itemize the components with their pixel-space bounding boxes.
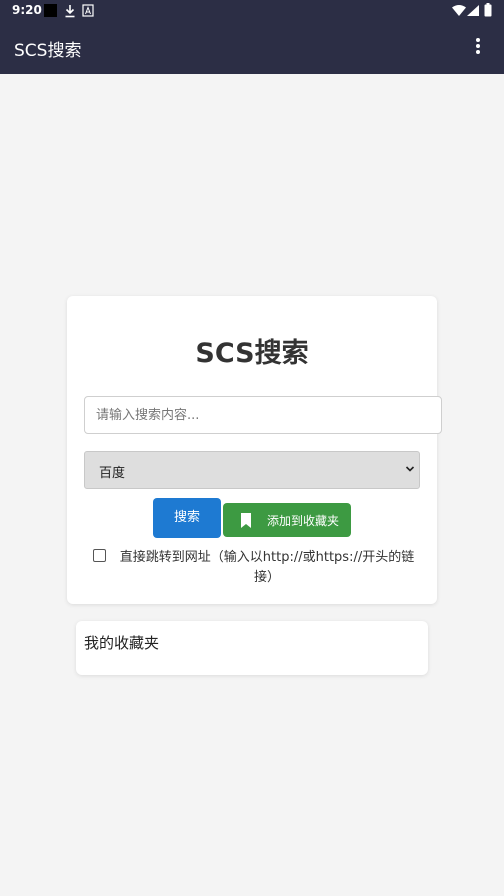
- search-button[interactable]: 搜索: [153, 498, 221, 538]
- chevron-down-icon: [405, 466, 415, 472]
- favorites-card: 我的收藏夹: [76, 621, 428, 675]
- search-input[interactable]: [84, 396, 442, 434]
- direct-jump-checkbox[interactable]: [93, 549, 106, 562]
- app-bar: SCS搜索: [0, 22, 504, 74]
- wifi-icon: [452, 5, 466, 16]
- engine-select[interactable]: 百度: [84, 451, 420, 489]
- direct-jump-label: 直接跳转到网址（输入以http://或https://开头的链接）: [119, 550, 415, 585]
- download-icon: [65, 5, 75, 18]
- font-icon: [82, 4, 94, 17]
- favorites-title: 我的收藏夹: [84, 634, 160, 652]
- bookmark-icon: [241, 513, 251, 528]
- signal-icon: [467, 5, 479, 16]
- app-title: SCS搜索: [14, 41, 82, 61]
- more-vert-icon: [476, 38, 480, 42]
- overflow-menu-button[interactable]: [466, 36, 490, 60]
- add-to-favorites-button[interactable]: 添加到收藏夹: [223, 503, 351, 537]
- engine-select-value: 百度: [99, 466, 126, 481]
- battery-icon: [484, 3, 492, 17]
- add-to-favorites-label: 添加到收藏夹: [267, 514, 340, 528]
- notification-square-icon: [44, 4, 57, 17]
- search-title: SCS搜索: [195, 338, 309, 369]
- search-card: SCS搜索 百度 搜索 添加到收藏夹 直接跳转到网址（输入以http://或ht…: [67, 296, 442, 604]
- status-time: 9:20: [12, 3, 42, 17]
- status-bar: 9:20: [0, 0, 504, 22]
